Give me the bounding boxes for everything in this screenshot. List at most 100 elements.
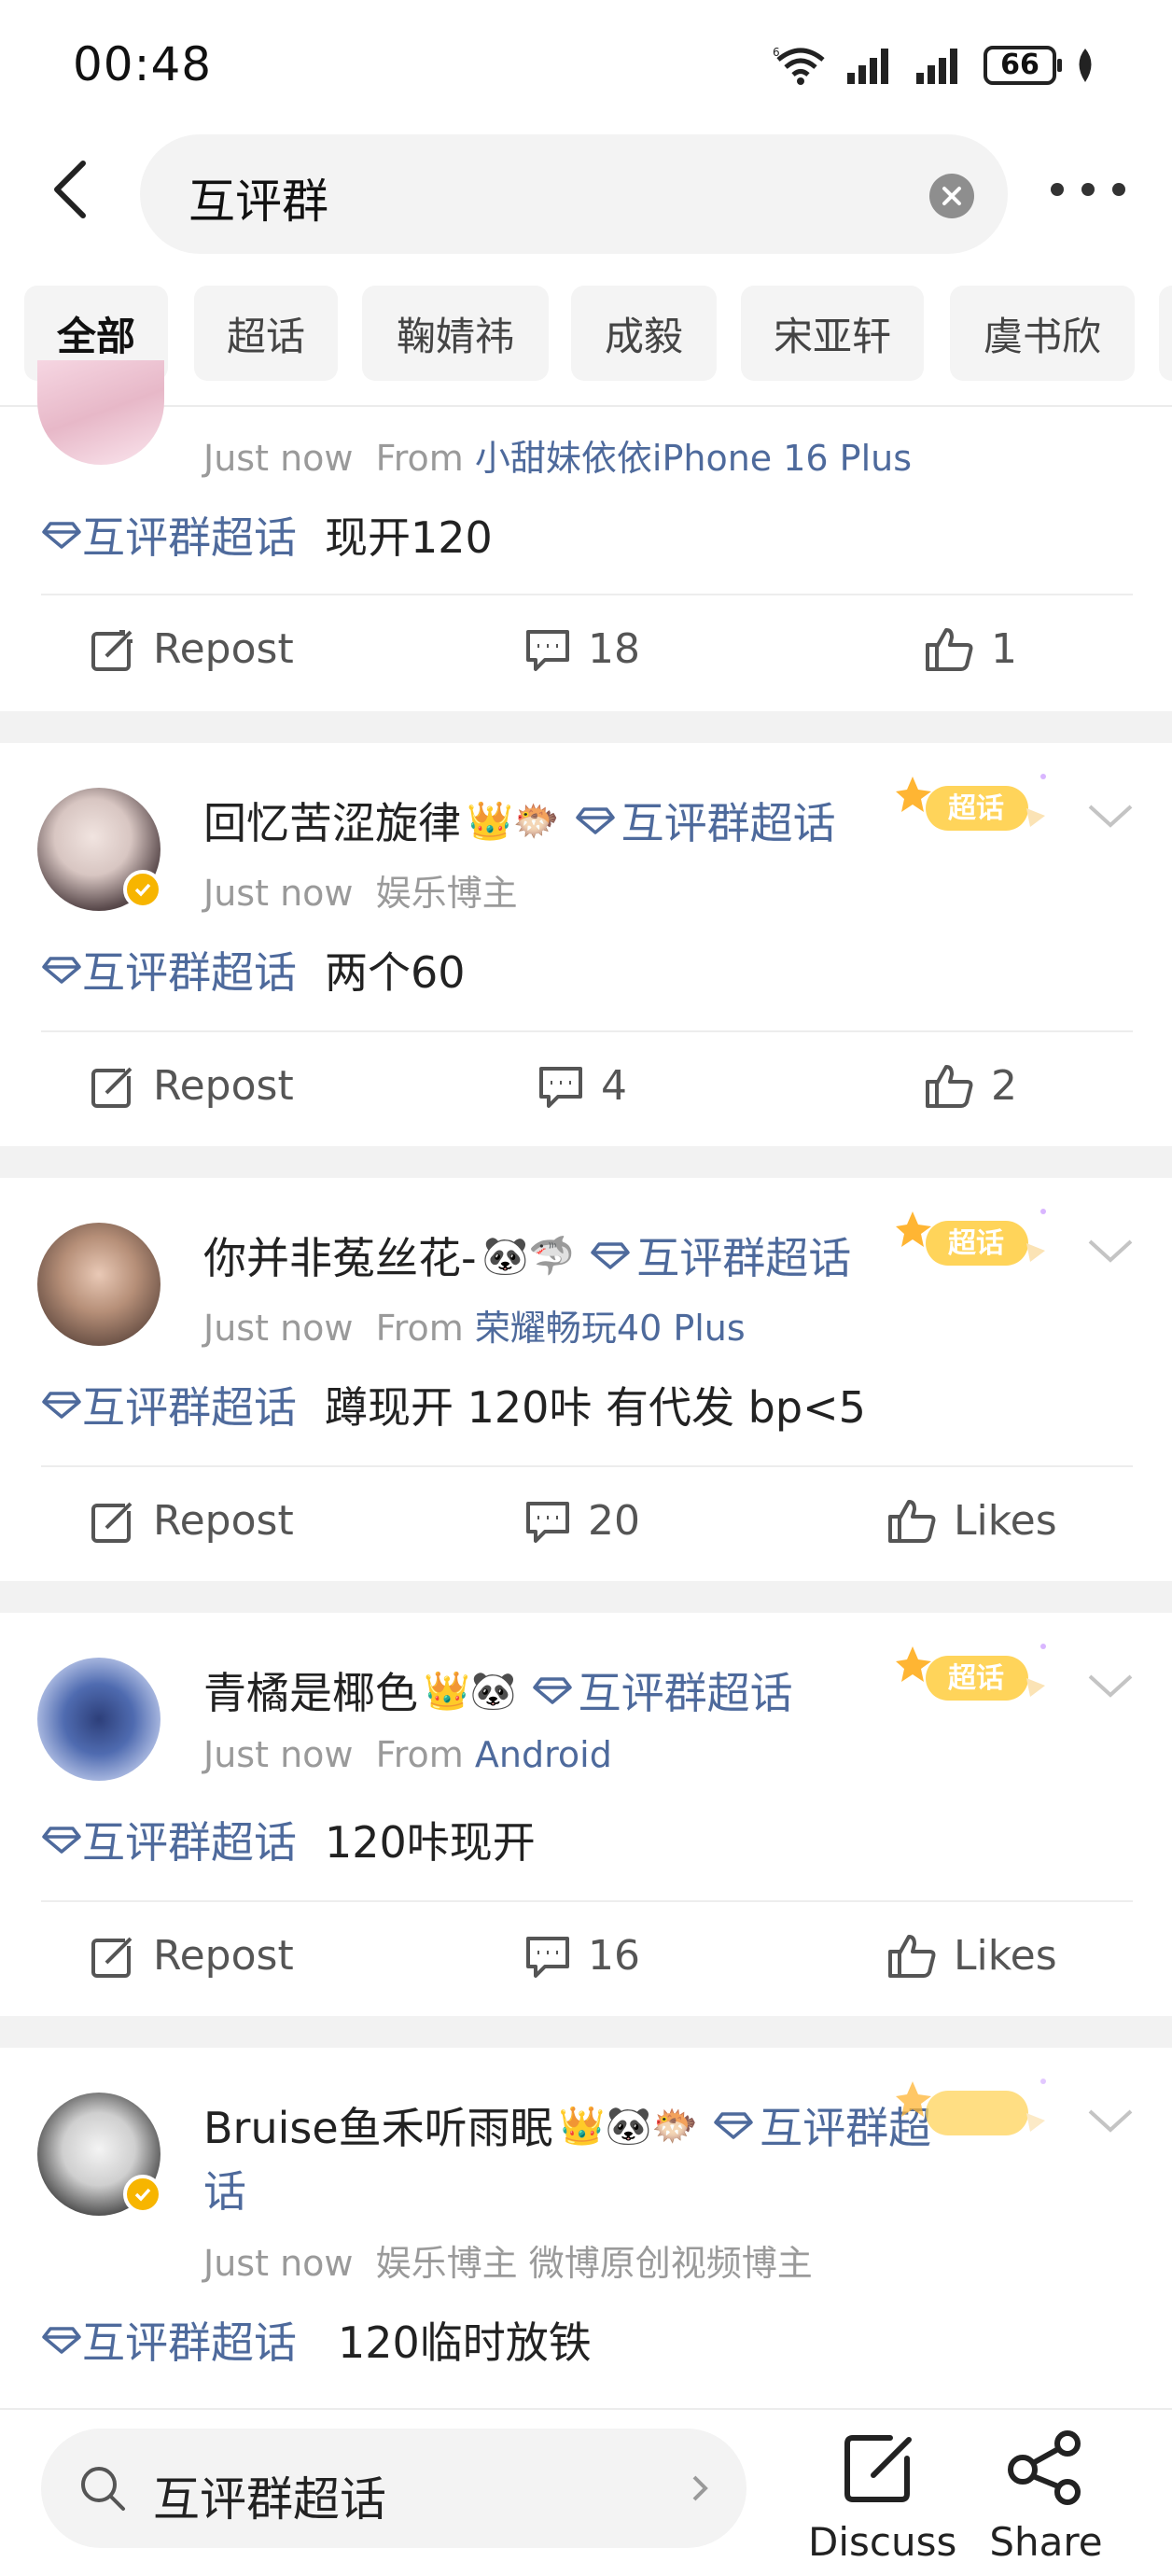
avatar[interactable]	[37, 1223, 160, 1346]
comment-icon	[526, 1936, 569, 1978]
avatar[interactable]	[37, 360, 164, 465]
tab-overflow[interactable]	[1159, 286, 1172, 381]
diamond-icon	[42, 522, 81, 549]
post-separator	[0, 2016, 1172, 2048]
tab-jujingyi[interactable]: 鞠婧祎	[362, 286, 549, 381]
post-meta: Just now From Android	[203, 1734, 612, 1775]
device-link[interactable]: Android	[475, 1734, 612, 1775]
more-dot-icon	[1051, 183, 1064, 196]
more-dot-icon	[1112, 183, 1125, 196]
repost-icon	[91, 1064, 136, 1108]
clear-search-button[interactable]	[929, 174, 974, 218]
user-badges: 👑🐼	[424, 1669, 517, 1713]
post-header[interactable]: 你并非菟丝花- 🐼🦈 互评群超话	[203, 1225, 851, 1286]
bottom-search-bar[interactable]: 互评群超话	[41, 2429, 746, 2548]
like-button[interactable]: 1	[924, 625, 1017, 673]
chaohua-badge-icon: 超话	[896, 1209, 1046, 1266]
username[interactable]: 青橘是椰色	[203, 1659, 418, 1721]
post-card[interactable]: 回忆苦涩旋律 👑🐡 互评群超话 超话 Just now 娱乐博主 互评群超话 两…	[0, 743, 1172, 1146]
post-content[interactable]: 互评群超话 两个60	[41, 939, 466, 1001]
avatar[interactable]	[37, 1658, 160, 1781]
tab-yushuxin[interactable]: 虞书欣	[950, 286, 1135, 381]
chevron-right-icon	[692, 2475, 708, 2501]
chevron-down-icon[interactable]	[1086, 1673, 1135, 1701]
back-button[interactable]	[37, 157, 103, 222]
chevron-down-icon[interactable]	[1086, 2107, 1135, 2135]
chaohua-badge-icon: 超话	[896, 774, 1046, 831]
chaohua-badge-icon	[896, 2079, 1046, 2135]
comment-button[interactable]: 18	[524, 625, 640, 673]
discuss-button[interactable]: Discuss	[808, 2425, 957, 2565]
post-content[interactable]: 互评群超话 120咔现开	[41, 1809, 536, 1870]
tab-chengyi[interactable]: 成毅	[571, 286, 717, 381]
chevron-down-icon[interactable]	[1086, 803, 1135, 831]
post-content[interactable]: 互评群超话 现开120	[41, 504, 493, 566]
tab-songyaxuan[interactable]: 宋亚轩	[741, 286, 924, 381]
post-card[interactable]: Bruise鱼禾听雨眠 👑🐼🐡 互评群超 话 Just now 娱乐博主 微博原…	[0, 2048, 1172, 2408]
repost-button[interactable]: Repost	[90, 1062, 294, 1110]
device-link[interactable]: 荣耀畅玩40 Plus	[475, 1308, 746, 1349]
username[interactable]: Bruise鱼禾听雨眠	[203, 2094, 553, 2156]
like-button[interactable]: Likes	[886, 1497, 1057, 1545]
post-separator	[0, 1146, 1172, 1178]
status-icons: 6 66	[773, 41, 1097, 90]
comment-button[interactable]: 20	[524, 1497, 640, 1545]
like-button[interactable]: Likes	[886, 1932, 1057, 1980]
topic-tag[interactable]: 互评群超话	[41, 1809, 297, 1870]
diamond-icon	[575, 807, 615, 834]
diamond-icon	[42, 1827, 81, 1854]
comment-button[interactable]: 16	[524, 1932, 640, 1980]
signal-icon	[847, 49, 888, 84]
battery-indicator: 66	[984, 46, 1062, 85]
post-card[interactable]: 青橘是椰色 👑🐼 互评群超话 超话 Just now From Android …	[0, 1613, 1172, 2016]
thumbs-up-icon	[888, 1499, 936, 1543]
post-separator	[0, 711, 1172, 743]
post-content[interactable]: 互评群超话 蹲现开 120咔 有代发 bp<5	[41, 1374, 866, 1435]
username[interactable]: 回忆苦涩旋律	[203, 790, 461, 851]
topic-link[interactable]: 互评群超话	[590, 1225, 851, 1286]
diamond-icon	[42, 2327, 81, 2354]
svg-text:超话: 超话	[948, 1662, 1004, 1695]
repost-button[interactable]: Repost	[90, 1932, 294, 1980]
topic-tag[interactable]: 互评群超话	[41, 1374, 297, 1435]
post-header[interactable]: Bruise鱼禾听雨眠 👑🐼🐡 互评群超	[203, 2094, 931, 2156]
more-dot-icon	[1081, 183, 1095, 196]
topic-tag[interactable]: 互评群超话	[41, 2309, 297, 2371]
diamond-icon	[42, 957, 81, 984]
user-badges: 🐼🦈	[481, 1234, 576, 1278]
topic-tag[interactable]: 互评群超话	[41, 939, 297, 1001]
post-content[interactable]: 互评群超话 120临时放铁	[41, 2309, 592, 2371]
bottom-search-text: 互评群超话	[153, 2472, 386, 2527]
chevron-down-icon[interactable]	[1086, 1238, 1135, 1266]
more-options-button[interactable]	[1051, 168, 1125, 211]
search-input[interactable]: 互评群	[140, 134, 1008, 254]
repost-button[interactable]: Repost	[90, 625, 294, 673]
post-card[interactable]: Just now From 小甜妹依依iPhone 16 Plus 互评群超话 …	[0, 360, 1172, 711]
topic-tag[interactable]: 互评群超话	[41, 504, 297, 566]
leaf-icon	[1079, 49, 1092, 82]
search-icon	[81, 2467, 125, 2511]
bottom-bar: 互评群超话 Discuss Share	[0, 2408, 1172, 2576]
like-button[interactable]: 2	[924, 1062, 1017, 1110]
comment-button[interactable]: 4	[537, 1062, 627, 1110]
post-meta: Just now 娱乐博主	[203, 873, 518, 914]
username[interactable]: 你并非菟丝花-	[203, 1225, 477, 1286]
share-button[interactable]: Share	[976, 2425, 1116, 2565]
search-header: 互评群	[0, 131, 1172, 261]
post-card[interactable]: 你并非菟丝花- 🐼🦈 互评群超话 超话 Just now From 荣耀畅玩40…	[0, 1178, 1172, 1581]
diamond-icon	[714, 2112, 753, 2139]
post-meta: Just now From 小甜妹依依iPhone 16 Plus	[203, 438, 913, 479]
filter-tabs: 全部 超话 鞠婧祎 成毅 宋亚轩 虞书欣	[0, 286, 1172, 385]
diamond-icon	[42, 1392, 81, 1419]
repost-button[interactable]: Repost	[90, 1497, 294, 1545]
post-header[interactable]: 回忆苦涩旋律 👑🐡 互评群超话	[203, 790, 836, 851]
discuss-label: Discuss	[808, 2519, 957, 2565]
user-badges: 👑🐡	[467, 799, 560, 843]
device-link[interactable]: 小甜妹依依iPhone 16 Plus	[475, 438, 912, 479]
tab-chaohua[interactable]: 超话	[194, 286, 338, 381]
chevron-left-icon	[54, 161, 86, 218]
topic-link-continued[interactable]: 话	[203, 2158, 246, 2219]
topic-link[interactable]: 互评群超话	[532, 1659, 793, 1721]
post-header[interactable]: 青橘是椰色 👑🐼 互评群超话	[203, 1659, 793, 1721]
topic-link[interactable]: 互评群超话	[575, 790, 836, 851]
